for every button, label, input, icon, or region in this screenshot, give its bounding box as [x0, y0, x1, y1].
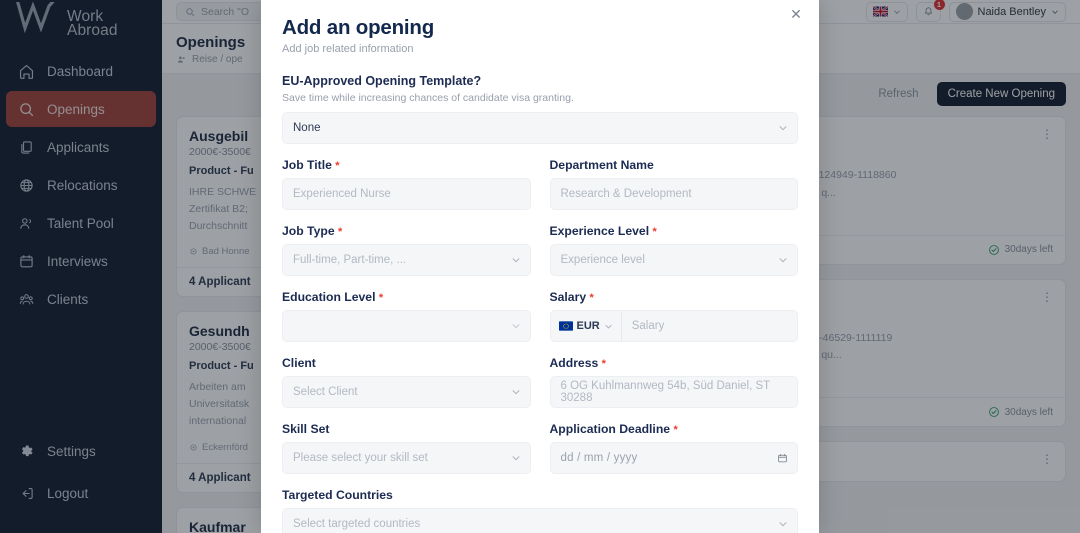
placeholder: Please select your skill set	[293, 452, 428, 464]
required-marker: *	[378, 292, 384, 304]
field-job-type: Job Type * Full-time, Part-time, ...	[282, 224, 531, 276]
field-label-text: Department Name	[549, 158, 654, 172]
template-section-label: EU-Approved Opening Template?	[282, 74, 482, 88]
field-label: Department Name	[550, 158, 799, 172]
address-input[interactable]: 6 OG Kuhlmannweg 54b, Süd Daniel, ST 302…	[549, 376, 798, 408]
placeholder: 6 OG Kuhlmannweg 54b, Süd Daniel, ST 302…	[560, 380, 770, 404]
field-label: Client	[282, 356, 531, 370]
placeholder: Experience level	[560, 254, 645, 266]
field-targeted-countries: Targeted Countries Select targeted count…	[282, 488, 798, 533]
add-opening-modal: ✕ Add an opening Add job related informa…	[261, 0, 819, 533]
eu-template-value: None	[293, 122, 321, 134]
client-select[interactable]: Select Client	[282, 376, 531, 408]
field-skill-set: Skill Set Please select your skill set	[282, 422, 531, 474]
field-label-text: Job Title	[282, 158, 332, 172]
placeholder: Experienced Nurse	[293, 188, 391, 200]
field-client: Client Select Client	[282, 356, 531, 408]
field-salary: Salary * EUR Salary	[549, 290, 799, 342]
chevron-down-icon	[779, 522, 787, 527]
field-label-text: Address	[549, 356, 599, 370]
field-label: Targeted Countries	[282, 488, 798, 502]
field-label: Application Deadline *	[550, 422, 799, 436]
field-label-text: Experience Level	[549, 224, 650, 238]
currency-selector[interactable]: EUR	[551, 311, 622, 341]
education-level-select[interactable]	[282, 310, 531, 342]
field-job-title: Job Title * Experienced Nurse	[282, 158, 531, 210]
chevron-down-icon	[512, 258, 519, 263]
salary-placeholder: Salary	[631, 320, 665, 332]
field-label-text: Job Type	[282, 224, 335, 238]
eu-template-select[interactable]: None	[282, 112, 798, 144]
placeholder: Full-time, Part-time, ...	[293, 254, 407, 266]
field-label: Skill Set	[282, 422, 531, 436]
modal-body: Add an opening Add job related informati…	[261, 0, 819, 533]
required-marker: *	[337, 226, 343, 238]
placeholder: Select targeted countries	[293, 518, 421, 530]
template-section-help: Save time while increasing chances of ca…	[282, 92, 574, 104]
field-experience-level: Experience Level * Experience level	[549, 224, 799, 276]
experience-level-select[interactable]: Experience level	[549, 244, 798, 276]
application-deadline-input[interactable]: dd / mm / yyyy	[549, 442, 798, 474]
placeholder: Research & Development	[560, 188, 692, 200]
placeholder: dd / mm / yyyy	[560, 452, 638, 464]
field-label: Education Level *	[282, 290, 531, 304]
field-label: Experience Level *	[550, 224, 799, 238]
field-label-text: Education Level	[282, 290, 376, 304]
opening-form-grid: Job Title * Experienced Nurse Department…	[282, 144, 798, 474]
job-title-input[interactable]: Experienced Nurse	[282, 178, 531, 210]
chevron-down-icon	[779, 126, 787, 131]
field-label-text: Skill Set	[282, 422, 330, 436]
currency-code: EUR	[576, 320, 600, 332]
chevron-down-icon	[512, 324, 519, 329]
calendar-icon[interactable]	[777, 453, 788, 464]
field-label: Salary *	[550, 290, 799, 304]
field-label-text: Salary	[549, 290, 587, 304]
required-marker: *	[589, 292, 594, 304]
chevron-down-icon	[512, 390, 519, 395]
modal-title: Add an opening	[282, 16, 435, 39]
field-address: Address * 6 OG Kuhlmannweg 54b, Süd Dani…	[549, 356, 799, 408]
field-education-level: Education Level *	[282, 290, 531, 342]
job-type-select[interactable]: Full-time, Part-time, ...	[282, 244, 531, 276]
modal-subtitle: Add job related information	[282, 43, 414, 55]
field-label-text: Targeted Countries	[282, 488, 393, 502]
targeted-countries-select[interactable]: Select targeted countries	[282, 508, 798, 533]
flag-eu-icon	[558, 321, 573, 331]
field-label-text: Client	[282, 356, 316, 370]
skill-set-select[interactable]: Please select your skill set	[282, 442, 531, 474]
required-marker: *	[335, 160, 340, 172]
required-marker: *	[673, 424, 678, 436]
app-root: Work Abroad Dashboard Openings Applicant…	[0, 0, 1080, 533]
close-icon[interactable]: ✕	[787, 5, 805, 23]
required-marker: *	[601, 358, 606, 370]
salary-input-group[interactable]: EUR Salary	[549, 310, 798, 342]
chevron-down-icon	[779, 258, 787, 263]
field-label: Job Title *	[282, 158, 531, 172]
field-label: Job Type *	[282, 224, 531, 238]
field-label: Address *	[550, 356, 799, 370]
field-department-name: Department Name Research & Development	[549, 158, 799, 210]
placeholder: Select Client	[293, 386, 358, 398]
required-marker: *	[652, 226, 657, 238]
field-label-text: Application Deadline	[549, 422, 671, 436]
department-name-input[interactable]: Research & Development	[549, 178, 798, 210]
chevron-down-icon	[605, 324, 612, 329]
field-application-deadline: Application Deadline * dd / mm / yyyy	[549, 422, 799, 474]
chevron-down-icon	[512, 456, 519, 461]
